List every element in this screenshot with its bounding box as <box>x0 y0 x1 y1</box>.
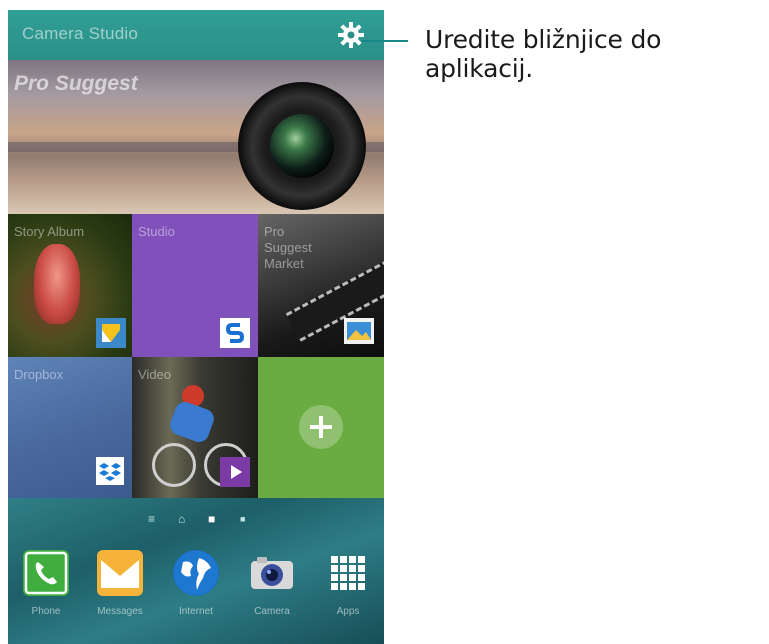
tile-label-studio: Studio <box>138 224 175 239</box>
dock-label-apps: Apps <box>336 606 360 617</box>
apps-grid-icon <box>325 550 371 596</box>
gear-icon[interactable] <box>338 22 364 48</box>
tile-dropbox[interactable]: Dropbox <box>8 357 132 498</box>
dock-label-phone: Phone <box>31 606 61 617</box>
tile-label-pro-suggest: Pro Suggest <box>14 72 138 95</box>
phone-icon <box>23 550 69 596</box>
dock-item-phone[interactable]: Phone <box>14 550 78 617</box>
internet-icon <box>173 550 219 596</box>
page-indicator-current-dot[interactable]: ■ <box>208 512 215 526</box>
dock-label-internet: Internet <box>179 606 213 617</box>
tile-pro-suggest-market[interactable]: Pro Suggest Market <box>258 214 384 357</box>
app-header: Camera Studio <box>8 10 384 60</box>
play-icon <box>220 457 250 487</box>
tile-add-shortcut[interactable] <box>258 357 384 498</box>
tile-label-story-album: Story Album <box>14 224 85 239</box>
tile-video[interactable]: Video <box>132 357 258 498</box>
gallery-icon <box>344 318 374 344</box>
header-title: Camera Studio <box>22 24 138 43</box>
dock-item-camera[interactable]: Camera <box>240 550 304 617</box>
tile-label-pro-suggest-market: Pro Suggest Market <box>264 224 312 271</box>
story-album-icon <box>96 318 126 348</box>
tile-story-album[interactable]: Story Album <box>8 214 132 357</box>
page-indicator-menu-icon[interactable]: ≡ <box>148 512 155 526</box>
messages-icon <box>97 550 143 596</box>
tile-studio[interactable]: Studio <box>132 214 258 357</box>
dock-label-camera: Camera <box>254 606 290 617</box>
add-icon[interactable] <box>299 405 343 449</box>
tile-label-video: Video <box>138 367 172 382</box>
page-indicator: ≡ ⌂ ■ ■ <box>8 504 384 532</box>
studio-icon <box>220 318 250 348</box>
tulip-image <box>34 244 80 324</box>
phone-screen: Camera Studio Pro Suggest Story Album St… <box>8 10 384 644</box>
dock-item-messages[interactable]: Messages <box>88 550 152 617</box>
dock-item-apps[interactable]: Apps <box>316 550 380 617</box>
callout-leader-line <box>362 40 408 42</box>
bike-wheel-front <box>152 443 196 487</box>
camera-icon <box>249 550 295 596</box>
tile-pro-suggest[interactable]: Pro Suggest <box>8 60 384 214</box>
lens-reflection <box>270 114 334 178</box>
page-indicator-home-icon[interactable]: ⌂ <box>178 512 185 526</box>
callout-text: Uredite bližnjice do aplikacij. <box>425 25 662 83</box>
tile-label-dropbox: Dropbox <box>14 367 64 382</box>
dock-label-messages: Messages <box>97 606 143 617</box>
page-indicator-dot[interactable]: ■ <box>240 514 245 524</box>
dock-item-internet[interactable]: Internet <box>164 550 228 617</box>
dropbox-icon <box>96 457 124 485</box>
cyclist-body <box>167 399 217 445</box>
